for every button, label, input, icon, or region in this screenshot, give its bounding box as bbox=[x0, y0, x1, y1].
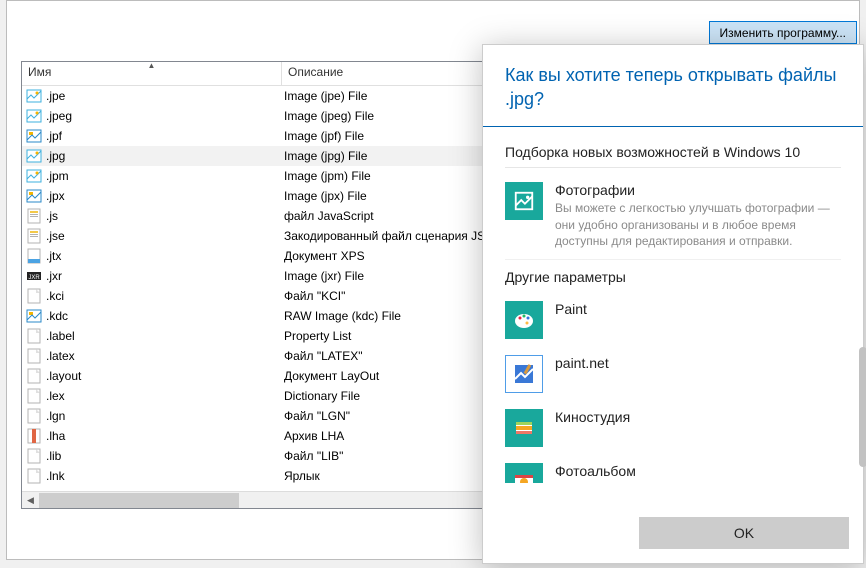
paint-icon bbox=[505, 301, 543, 339]
vertical-scrollbar[interactable] bbox=[859, 347, 866, 487]
other-heading: Другие параметры bbox=[505, 268, 841, 293]
row-ext: .jpe bbox=[46, 89, 65, 103]
featured-app[interactable]: Фотографии Вы можете с легкостью улучшат… bbox=[505, 176, 841, 260]
image2-icon bbox=[26, 308, 42, 324]
row-ext: .layout bbox=[46, 369, 81, 383]
app-option[interactable]: Фотоальбом bbox=[505, 457, 841, 483]
scroll-thumb[interactable] bbox=[39, 493, 239, 508]
row-ext: .latex bbox=[46, 349, 75, 363]
paintnet-icon bbox=[505, 355, 543, 393]
scroll-left-icon[interactable]: ◀ bbox=[22, 492, 39, 509]
blank-icon bbox=[26, 448, 42, 464]
change-program-button[interactable]: Изменить программу... bbox=[709, 21, 857, 44]
row-ext: .jse bbox=[46, 229, 65, 243]
xps-icon bbox=[26, 248, 42, 264]
column-description-label: Описание bbox=[288, 65, 343, 79]
blank-icon bbox=[26, 468, 42, 484]
js-icon bbox=[26, 228, 42, 244]
image-icon bbox=[26, 108, 42, 124]
dialog-title: Как вы хотите теперь открывать файлы .jp… bbox=[483, 45, 863, 127]
row-ext: .lex bbox=[46, 389, 65, 403]
row-ext: .lgn bbox=[46, 409, 65, 423]
row-ext: .jpf bbox=[46, 129, 62, 143]
app-name: Киностудия bbox=[555, 409, 841, 425]
blank-icon bbox=[26, 288, 42, 304]
archive-icon bbox=[26, 428, 42, 444]
app-name: Paint bbox=[555, 301, 841, 317]
svg-text:JXR: JXR bbox=[28, 275, 40, 281]
app-name: Фотоальбом bbox=[555, 463, 841, 479]
row-ext: .kci bbox=[46, 289, 64, 303]
row-ext: .lha bbox=[46, 429, 65, 443]
row-ext: .jpm bbox=[46, 169, 69, 183]
image-icon bbox=[26, 148, 42, 164]
jxr-icon: JXR bbox=[26, 268, 42, 284]
row-ext: .label bbox=[46, 329, 75, 343]
blank-icon bbox=[26, 408, 42, 424]
image2-icon bbox=[26, 128, 42, 144]
featured-app-desc: Вы можете с легкостью улучшать фотографи… bbox=[555, 200, 841, 249]
column-name[interactable]: Имя ▲ bbox=[22, 62, 282, 85]
row-ext: .jpg bbox=[46, 149, 65, 163]
featured-heading: Подборка новых возможностей в Windows 10 bbox=[505, 143, 841, 169]
photoalbum-icon bbox=[505, 463, 543, 483]
ok-button[interactable]: OK bbox=[639, 517, 849, 549]
row-ext: .jpeg bbox=[46, 109, 72, 123]
row-ext: .js bbox=[46, 209, 58, 223]
image2-icon bbox=[26, 188, 42, 204]
moviemaker-icon bbox=[505, 409, 543, 447]
blank-icon bbox=[26, 328, 42, 344]
featured-app-name: Фотографии bbox=[555, 182, 841, 198]
row-ext: .jxr bbox=[46, 269, 62, 283]
dialog-footer: OK bbox=[483, 507, 863, 563]
js-icon bbox=[26, 208, 42, 224]
image-icon bbox=[26, 88, 42, 104]
row-ext: .lnk bbox=[46, 469, 65, 483]
row-ext: .kdc bbox=[46, 309, 68, 323]
open-with-dialog: Как вы хотите теперь открывать файлы .jp… bbox=[482, 44, 864, 564]
dialog-body: Подборка новых возможностей в Windows 10… bbox=[483, 127, 863, 507]
app-option[interactable]: paint.net bbox=[505, 349, 841, 403]
image-icon bbox=[26, 168, 42, 184]
row-ext: .jpx bbox=[46, 189, 65, 203]
blank-icon bbox=[26, 388, 42, 404]
app-option[interactable]: Paint bbox=[505, 295, 841, 349]
app-option[interactable]: Киностудия bbox=[505, 403, 841, 457]
blank-icon bbox=[26, 368, 42, 384]
row-ext: .lib bbox=[46, 449, 61, 463]
column-name-label: Имя bbox=[28, 65, 51, 79]
blank-icon bbox=[26, 348, 42, 364]
row-ext: .jtx bbox=[46, 249, 61, 263]
photos-icon bbox=[505, 182, 543, 220]
sort-asc-icon: ▲ bbox=[148, 61, 156, 70]
vscroll-thumb[interactable] bbox=[859, 347, 866, 467]
app-name: paint.net bbox=[555, 355, 841, 371]
